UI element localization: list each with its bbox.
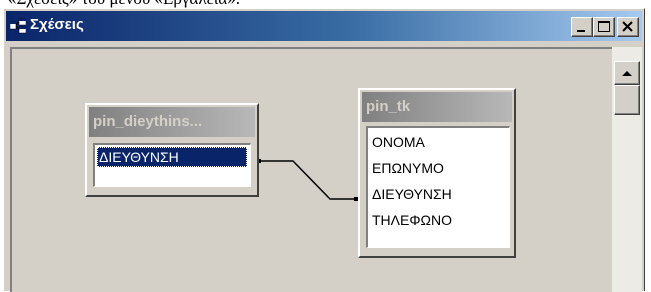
field-dieythynsi[interactable]: ΔΙΕΥΘΥΝΣΗ [97, 147, 247, 167]
close-button[interactable] [617, 17, 639, 37]
arrow-up-icon [622, 71, 632, 76]
title-bar[interactable]: Σχέσεις [6, 11, 642, 41]
table-title[interactable]: pin_dieythins... [89, 107, 255, 137]
field-onoma[interactable]: ΟΝΟΜΑ [370, 132, 425, 152]
caption-text: «Σχέσεις» του μενού «Εργαλεία». [8, 0, 240, 8]
scroll-up-button[interactable] [614, 61, 640, 85]
maximize-icon [598, 21, 610, 32]
document-caption: «Σχέσεις» του μενού «Εργαλεία». [0, 0, 651, 8]
maximize-button[interactable] [593, 17, 615, 37]
field-eponymo[interactable]: ΕΠΩΝΥΜΟ [370, 158, 444, 178]
window-title: Σχέσεις [30, 16, 84, 33]
table-pin-tk[interactable]: pin_tk ΟΝΟΜΑ ΕΠΩΝΥΜΟ ΔΙΕΥΘΥΝΣΗ ΤΗΛΕΦΩΝΟ [358, 88, 516, 258]
vertical-scrollbar[interactable] [612, 47, 642, 292]
close-icon [622, 21, 633, 32]
field-list[interactable]: ΔΙΕΥΘΥΝΣΗ [93, 143, 251, 187]
field-list[interactable]: ΟΝΟΜΑ ΕΠΩΝΥΜΟ ΔΙΕΥΘΥΝΣΗ ΤΗΛΕΦΩΝΟ [366, 126, 510, 248]
minimize-button[interactable] [571, 17, 593, 37]
relationships-canvas[interactable]: pin_dieythins... ΔΙΕΥΘΥΝΣΗ pin_tk ΟΝΟΜΑ … [10, 47, 612, 292]
field-dieythynsi[interactable]: ΔΙΕΥΘΥΝΣΗ [370, 184, 452, 204]
field-tilefono[interactable]: ΤΗΛΕΦΩΝΟ [370, 210, 452, 230]
relationships-window: Σχέσεις pin_dieythins... ΔΙΕΥΘΥΝΣΗ pin_t… [3, 8, 645, 292]
relationships-icon [9, 18, 27, 34]
table-pin-dieythinsi[interactable]: pin_dieythins... ΔΙΕΥΘΥΝΣΗ [85, 103, 259, 197]
table-title[interactable]: pin_tk [362, 92, 512, 122]
scroll-thumb[interactable] [614, 85, 640, 115]
minimize-icon [577, 30, 585, 32]
